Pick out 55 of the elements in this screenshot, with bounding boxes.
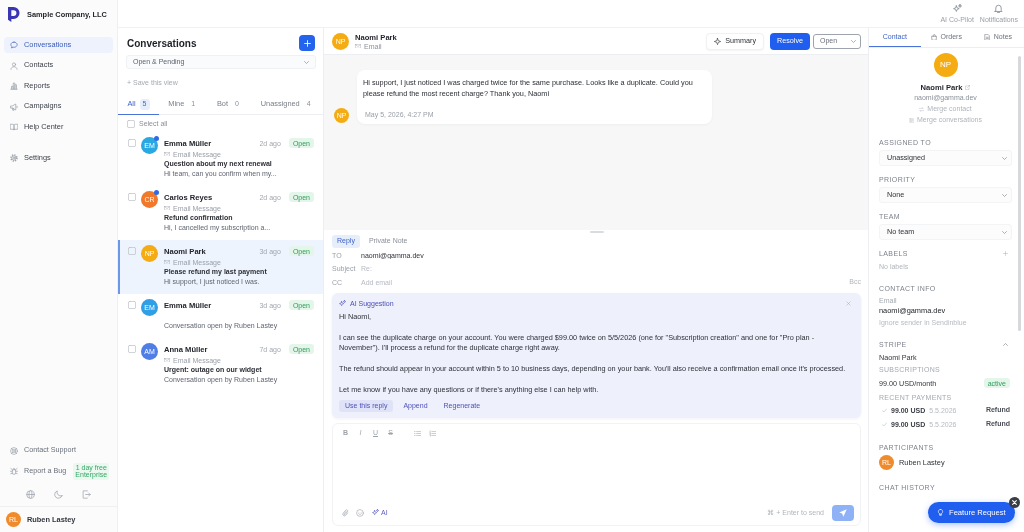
close-icon[interactable]	[1008, 497, 1020, 508]
external-link-icon[interactable]	[965, 84, 971, 90]
send-button[interactable]	[832, 505, 854, 521]
mail-icon	[164, 357, 170, 363]
document-icon	[984, 33, 991, 41]
mail-icon	[164, 151, 170, 157]
checkbox[interactable]	[128, 193, 136, 201]
bug-icon	[10, 467, 18, 476]
scrollbar[interactable]	[1018, 56, 1021, 331]
emoji-icon[interactable]	[356, 509, 364, 517]
checkbox[interactable]	[128, 345, 136, 353]
chevron-down-icon	[1002, 156, 1007, 160]
check-icon	[882, 407, 887, 413]
mail-icon	[164, 259, 170, 265]
moon-icon[interactable]	[54, 490, 63, 499]
mail-icon	[355, 43, 361, 49]
numbered-list-icon[interactable]	[429, 429, 436, 437]
plus-icon	[303, 39, 311, 47]
chevron-up-icon[interactable]	[1003, 343, 1008, 346]
book-icon	[10, 123, 18, 131]
bar-chart-icon	[10, 82, 18, 90]
lightbulb-icon	[937, 509, 944, 516]
gear-icon	[10, 154, 18, 162]
chat-bubble-icon	[10, 41, 18, 49]
globe-icon[interactable]	[25, 490, 35, 499]
mail-icon	[164, 205, 170, 211]
chevron-down-icon	[304, 60, 309, 64]
select-all-checkbox[interactable]	[127, 119, 135, 128]
check-icon	[882, 421, 887, 427]
chevron-down-icon	[1002, 230, 1007, 234]
new-conversation-button[interactable]	[299, 35, 315, 51]
list-title: Conversations	[127, 37, 197, 49]
paperclip-icon[interactable]	[341, 508, 350, 518]
send-icon	[839, 509, 847, 517]
logo-icon	[8, 6, 20, 22]
bulleted-list-icon[interactable]	[414, 429, 421, 437]
lifebuoy-icon	[10, 446, 18, 455]
bell-icon	[994, 4, 1004, 13]
chevron-down-icon	[1002, 193, 1007, 197]
document-icon	[909, 118, 914, 123]
sparkles-icon	[952, 4, 962, 13]
sparkles-icon	[339, 299, 346, 307]
checkbox[interactable]	[128, 301, 136, 309]
checkbox[interactable]	[128, 247, 136, 255]
person-icon	[10, 61, 18, 70]
sparkle-icon	[714, 37, 722, 45]
sparkles-icon	[372, 509, 379, 517]
arrows-icon	[919, 107, 925, 112]
contact-avatar: NP	[933, 53, 958, 77]
checkbox[interactable]	[128, 139, 136, 147]
megaphone-icon	[10, 102, 18, 111]
plus-icon[interactable]	[1003, 251, 1008, 256]
chevron-down-icon	[851, 39, 856, 43]
shopping-bag-icon	[931, 33, 938, 41]
logout-icon[interactable]	[82, 490, 92, 499]
